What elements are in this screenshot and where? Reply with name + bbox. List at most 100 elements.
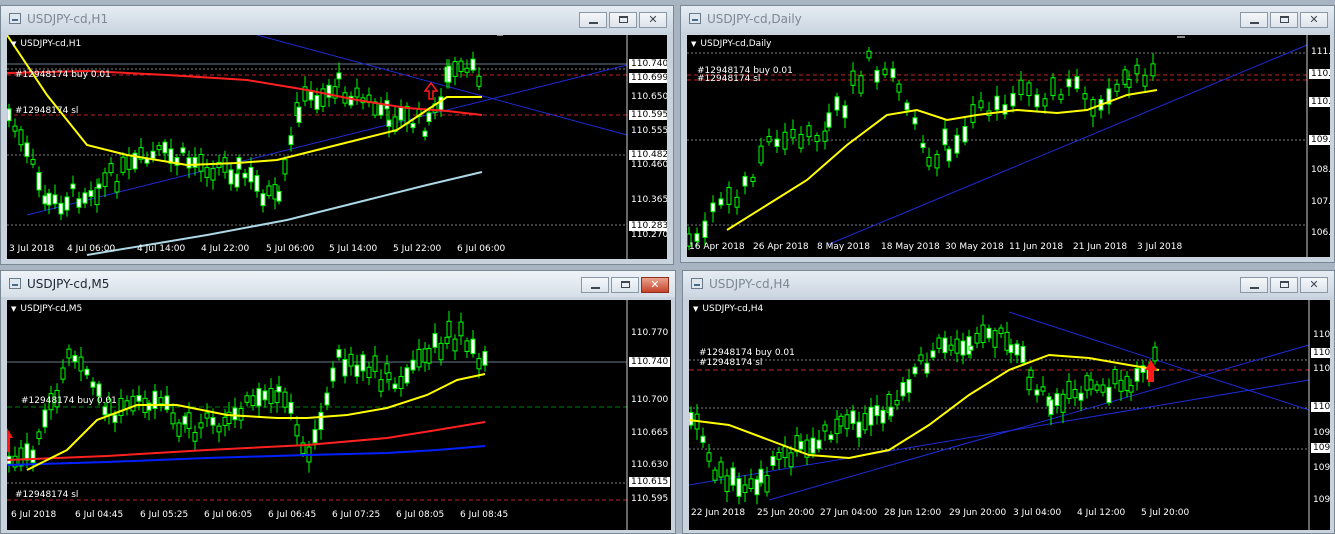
time-label: 21 Jun 2018	[1073, 242, 1128, 252]
minimize-button[interactable]	[579, 12, 607, 28]
price-label: 110.9	[1313, 330, 1330, 340]
chart-plot-area[interactable]: USDJPY-cd,Daily #12948174 buy 0.01 #1294…	[687, 35, 1330, 257]
candle-body	[912, 366, 918, 375]
minimize-button[interactable]	[1240, 12, 1268, 28]
candle-body	[452, 338, 458, 352]
candle-body	[1054, 393, 1060, 406]
candle-body	[736, 478, 742, 497]
candle-body	[30, 159, 36, 165]
window-title: USDJPY-cd,Daily	[707, 12, 802, 26]
chart-plot-area[interactable]: USDJPY-cd,H4 #12948174 buy 0.01 #1294817…	[689, 300, 1330, 530]
candle-body	[1134, 64, 1140, 75]
candle-body	[856, 421, 862, 438]
chart-plot-area[interactable]: USDJPY-cd,M5 #12948174 buy 0.01 #1294817…	[7, 300, 671, 530]
candle-body	[90, 381, 96, 388]
candle-body	[1100, 384, 1106, 393]
candle-body	[706, 452, 712, 462]
window-titlebar[interactable]: USDJPY-cd,H4 ✕	[683, 271, 1334, 297]
close-button[interactable]: ✕	[1300, 12, 1328, 28]
order-label-sl: #12948174 sl	[697, 74, 761, 84]
time-label: 6 Jul 07:25	[332, 510, 381, 520]
candle-body	[1066, 78, 1072, 88]
candle-body	[386, 372, 392, 381]
candle-body	[342, 358, 348, 377]
window-titlebar[interactable]: USDJPY-cd,Daily ✕	[681, 6, 1334, 32]
candle-body	[130, 395, 136, 412]
minimize-button[interactable]	[581, 277, 609, 293]
close-button[interactable]: ✕	[641, 277, 669, 293]
candle-body	[320, 88, 326, 107]
candle-body	[934, 154, 940, 169]
chart-window-h4[interactable]: USDJPY-cd,H4 ✕ USDJPY-cd,H4 #12948174 bu…	[682, 270, 1335, 534]
candle-body	[410, 122, 416, 129]
chart-window-daily[interactable]: USDJPY-cd,Daily ✕ USDJPY-cd,Daily #12948…	[680, 5, 1335, 263]
candle-body	[64, 196, 70, 211]
candle-body	[204, 167, 210, 178]
candle-body	[398, 375, 404, 390]
candle-body	[874, 405, 880, 417]
candle-body	[1134, 367, 1140, 382]
candle-body	[276, 190, 282, 202]
time-label: 6 Jul 05:25	[140, 510, 189, 520]
time-label: 6 Jul 06:45	[268, 510, 317, 520]
candle-body	[164, 395, 170, 411]
candle-body	[790, 128, 796, 139]
price-label: 109.1	[1309, 135, 1330, 145]
candle-body	[288, 402, 294, 414]
time-label: 29 Jun 20:00	[949, 508, 1007, 518]
candle-body	[920, 142, 926, 149]
candle-body	[1004, 331, 1010, 351]
candle-body	[882, 68, 888, 76]
chart-window-h1[interactable]: USDJPY-cd,H1 ✕ ▼ USDJPY-cd,H1 #12948174 …	[0, 5, 674, 265]
maximize-button[interactable]	[1270, 277, 1298, 293]
candle-body	[7, 108, 12, 122]
time-label: 4 Jul 06:00	[67, 244, 116, 254]
maximize-button[interactable]	[611, 277, 639, 293]
maximize-button[interactable]	[1270, 12, 1298, 28]
candle-body	[758, 468, 764, 484]
candle-body	[102, 406, 108, 416]
candle-body	[904, 102, 910, 111]
maximize-button[interactable]	[609, 12, 637, 28]
candle-body	[308, 91, 314, 101]
candle-body	[822, 424, 828, 432]
candle-body	[470, 338, 476, 355]
candle-body	[76, 198, 82, 208]
time-label: 6 Jul 08:45	[460, 510, 509, 520]
candle-body	[210, 417, 216, 426]
candle-body	[788, 452, 794, 468]
chart-plot-area[interactable]: USDJPY-cd,H1 #12948174 buy 0.01 #1294817…	[7, 35, 667, 259]
order-label-buy: #12948174 buy 0.01	[21, 396, 117, 406]
candle-body	[1124, 375, 1130, 391]
candle-body	[770, 456, 776, 466]
order-label-buy: #12948174 buy 0.01	[699, 348, 795, 358]
candle-body	[702, 220, 708, 238]
price-label: 110.665	[631, 428, 669, 438]
window-titlebar[interactable]: USDJPY-cd,M5 ✕	[1, 271, 675, 297]
candle-body	[30, 449, 36, 464]
price-label-current: 110.7	[1311, 348, 1330, 358]
candle-body	[78, 356, 84, 372]
price-label: 109.6	[1313, 463, 1330, 473]
candle-body	[798, 134, 804, 149]
candle-body	[42, 195, 48, 205]
time-label: 6 Jul 06:05	[204, 510, 253, 520]
time-label: 28 Jun 12:00	[884, 508, 942, 518]
minimize-button[interactable]	[1240, 277, 1268, 293]
candle-body	[384, 363, 390, 375]
price-label: 110.365	[631, 195, 667, 205]
chart-window-m5[interactable]: USDJPY-cd,M5 ✕ USDJPY-cd,M5 #12948174 bu…	[0, 270, 676, 534]
close-button[interactable]: ✕	[639, 12, 667, 28]
close-button[interactable]: ✕	[1300, 277, 1328, 293]
candle-body	[446, 65, 452, 83]
candle-body	[774, 138, 780, 147]
candle-body	[748, 478, 754, 490]
candle-body	[689, 411, 694, 426]
window-titlebar[interactable]: USDJPY-cd,H1 ✕	[1, 6, 673, 32]
window-title: USDJPY-cd,M5	[27, 277, 110, 291]
time-label: 4 Jul 12:00	[1077, 508, 1126, 518]
candle-body	[238, 407, 244, 421]
candle-body	[1084, 375, 1090, 391]
candle-body	[378, 104, 384, 116]
candle-body	[378, 379, 384, 392]
